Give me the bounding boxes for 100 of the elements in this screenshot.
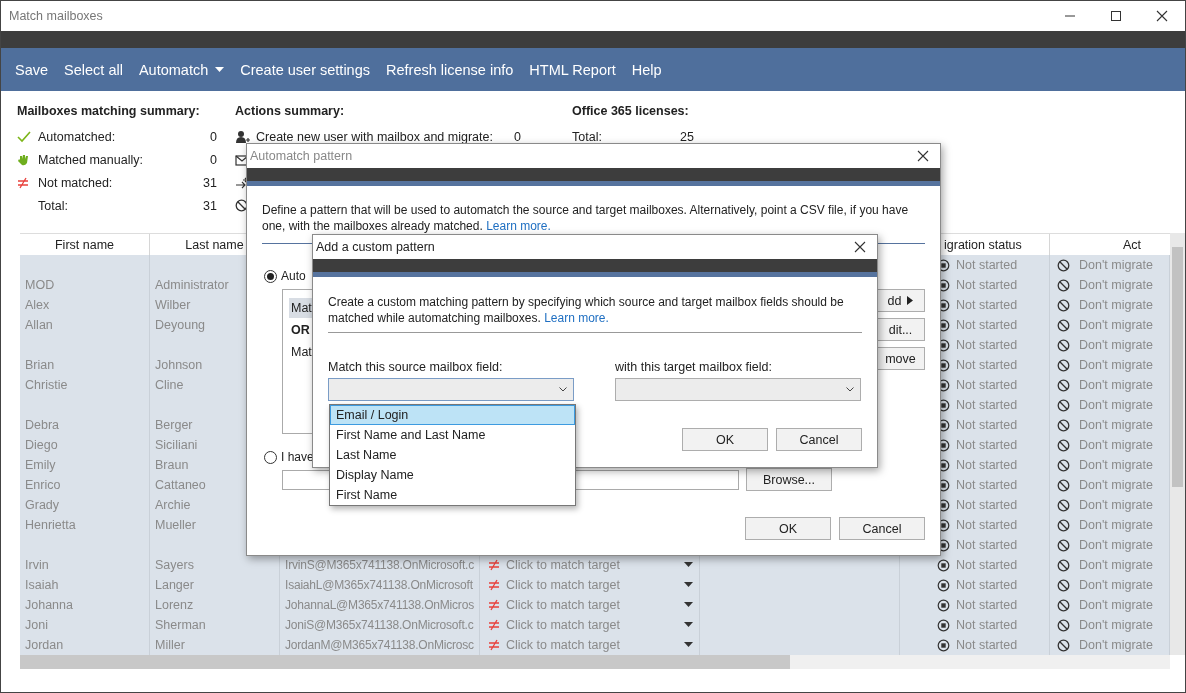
table-cell: Not started [956, 258, 1018, 272]
dialog-title: Add a custom pattern [316, 240, 436, 254]
table-cell: Alex [25, 298, 50, 312]
summary-label: Total: [572, 129, 603, 144]
table-cell: Don't migrate [1079, 518, 1153, 532]
table-cell: Don't migrate [1079, 418, 1153, 432]
table-cell: Christie [25, 378, 68, 392]
table-cell: Jordan [25, 638, 64, 652]
table-cell: Joni [25, 618, 48, 632]
table-cell: Not started [956, 338, 1018, 352]
section-title: Office 365 licenses: [572, 103, 690, 120]
table-cell: Brian [25, 358, 55, 372]
table-cell: Braun [155, 458, 189, 472]
table-cell: Don't migrate [1079, 578, 1153, 592]
table-cell: Not started [956, 478, 1018, 492]
table-cell: Don't migrate [1079, 638, 1153, 652]
table-cell: Siciliani [155, 438, 198, 452]
table-cell: Henrietta [25, 518, 76, 532]
table-cell: Not started [956, 638, 1018, 652]
summary-label: Matched manually: [38, 152, 144, 167]
table-cell: Sayers [155, 558, 194, 572]
table-cell: Not started [956, 438, 1018, 452]
table-cell: Not started [956, 318, 1018, 332]
table-cell: Deyoung [155, 318, 206, 332]
table-cell: Mueller [155, 518, 196, 532]
table-cell: Miller [155, 638, 185, 652]
summary-value: 25 [680, 129, 694, 144]
table-cell: Don't migrate [1079, 618, 1153, 632]
table-cell: Not started [956, 458, 1018, 472]
table-cell: Don't migrate [1079, 398, 1153, 412]
summary-label: Automatched: [38, 129, 117, 144]
field-label: Match this source mailbox field: [328, 360, 504, 374]
table-cell: Lorenz [155, 598, 194, 612]
table-cell: Allan [25, 318, 53, 332]
section-title: Actions summary: [235, 103, 346, 120]
table-cell: Don't migrate [1079, 378, 1153, 392]
table-cell: Don't migrate [1079, 558, 1153, 572]
table-cell: JordanM@M365x741138.OnMicrosc [285, 638, 474, 652]
summary-label: Not matched: [38, 175, 114, 190]
table-cell: Not started [956, 418, 1018, 432]
table-cell: Diego [25, 438, 58, 452]
table-cell: Don't migrate [1079, 538, 1153, 552]
table-cell: Johnson [155, 358, 203, 372]
table-cell: Don't migrate [1079, 478, 1153, 492]
summary-value: 31 [203, 198, 217, 213]
table-cell: Don't migrate [1079, 278, 1153, 292]
summary-value: 0 [210, 152, 217, 167]
section-title: Mailboxes matching summary: [17, 103, 201, 120]
table-cell: Archie [155, 498, 191, 512]
table-cell: Not started [956, 298, 1018, 312]
table-cell: Not started [956, 518, 1018, 532]
table-cell: Grady [25, 498, 60, 512]
table-cell: Not started [956, 598, 1018, 612]
table-cell: Irvin [25, 558, 49, 572]
field-label: with this target mailbox field: [615, 360, 772, 374]
table-cell: Not started [956, 358, 1018, 372]
summary-value: 0 [210, 129, 217, 144]
table-cell: Langer [155, 578, 194, 592]
summary-value: 0 [514, 129, 521, 144]
table-cell: IsaiahL@M365x741138.OnMicrosoft [285, 578, 473, 592]
table-cell: Johanna [25, 598, 73, 612]
table-cell: Isaiah [25, 578, 59, 592]
table-cell: Don't migrate [1079, 438, 1153, 452]
table-cell: Don't migrate [1079, 318, 1153, 332]
table-cell: Don't migrate [1079, 458, 1153, 472]
table-cell: Enrico [25, 478, 61, 492]
table-cell: Emily [25, 458, 56, 472]
table-cell: Not started [956, 498, 1018, 512]
table-cell: Don't migrate [1079, 498, 1153, 512]
table-cell: Don't migrate [1079, 598, 1153, 612]
radio-label: Auto [281, 269, 306, 283]
description-text: Create a custom matching pattern by specifying which source and target mailbox fields should be matched while automatching mailboxes. Learn more. [328, 294, 845, 326]
table-cell: Not started [956, 618, 1018, 632]
table-cell: Debra [25, 418, 60, 432]
table-cell: IrvinS@M365x741138.OnMicrosoft.c [285, 558, 474, 572]
summary-label: Create new user with mailbox and migrate: [256, 129, 494, 144]
table-cell: Cline [155, 378, 184, 392]
table-cell: Don't migrate [1079, 338, 1153, 352]
table-cell: Don't migrate [1079, 358, 1153, 372]
table-cell: Not started [956, 398, 1018, 412]
table-cell: Sherman [155, 618, 206, 632]
description-text: Define a pattern that will be used to automatch the source and target mailboxes. Alternatively, point a CSV file, if you have one, with the mailboxes already matched. Learn more. [262, 202, 910, 234]
window-title: Match mailboxes [9, 9, 104, 23]
table-cell: MOD [25, 278, 55, 292]
table-cell: JoniS@M365x741138.OnMicrosoft.c [285, 618, 474, 632]
summary-label: Total: [38, 198, 69, 213]
table-cell: Cattaneo [155, 478, 206, 492]
table-cell: Not started [956, 278, 1018, 292]
summary-value: 31 [203, 175, 217, 190]
table-cell: Administrator [155, 278, 229, 292]
table-cell: Not started [956, 538, 1018, 552]
table-cell: Don't migrate [1079, 258, 1153, 272]
table-cell: Not started [956, 378, 1018, 392]
table-cell: Wilber [155, 298, 191, 312]
table-cell: JohannaL@M365x741138.OnMicros [285, 598, 474, 612]
table-cell: Not started [956, 578, 1018, 592]
table-cell: Don't migrate [1079, 298, 1153, 312]
table-cell: Not started [956, 558, 1018, 572]
dialog-title: Automatch pattern [250, 149, 354, 163]
table-cell: Berger [155, 418, 193, 432]
